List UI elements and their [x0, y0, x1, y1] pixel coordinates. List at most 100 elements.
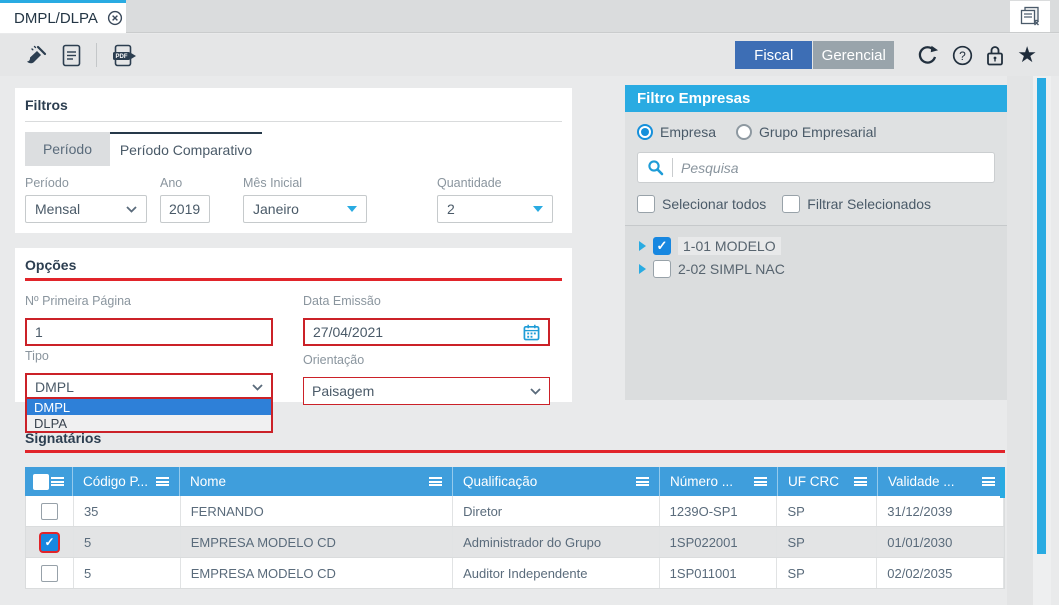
- chevron-down-icon: [252, 383, 263, 391]
- page-scrollbar[interactable]: [1033, 76, 1051, 605]
- tab-title: DMPL/DLPA: [14, 9, 98, 27]
- filtro-empresas-body: Empresa Grupo Empresarial Selecionar tod…: [625, 112, 1007, 225]
- cell-numero: 1SP022001: [660, 527, 778, 557]
- row-checkbox[interactable]: [40, 502, 58, 520]
- header-uf-crc[interactable]: UF CRC: [778, 467, 878, 496]
- column-menu-icon[interactable]: [982, 477, 995, 486]
- table-row[interactable]: 35 FERNANDO Diretor 1239O-SP1 SP 31/12/2…: [25, 496, 1005, 527]
- tipo-option-dlpa[interactable]: DLPA: [27, 415, 271, 431]
- toolbar-divider: [96, 43, 97, 67]
- tab-periodo-comparativo[interactable]: Período Comparativo: [110, 132, 262, 166]
- tipo-field: Tipo DMPL: [25, 349, 273, 401]
- empresa-tree-label[interactable]: 1-01 MODELO: [678, 236, 781, 255]
- filtro-empresas-panel: Filtro Empresas Empresa Grupo Empresaria…: [625, 85, 1007, 400]
- help-icon[interactable]: ?: [952, 45, 973, 66]
- opcoes-title: Opções: [25, 257, 77, 273]
- tab-close-icon[interactable]: [107, 10, 123, 26]
- header-validade[interactable]: Validade ...: [878, 467, 1005, 496]
- filtros-title: Filtros: [25, 97, 68, 113]
- ano-label: Ano: [160, 176, 183, 190]
- table-row-selected[interactable]: 5 EMPRESA MODELO CD Administrador do Gru…: [25, 527, 1005, 558]
- cell-nome: FERNANDO: [181, 496, 454, 526]
- lock-icon[interactable]: [986, 44, 1004, 66]
- tipo-option-dmpl[interactable]: DMPL: [27, 399, 271, 415]
- export-pdf-icon[interactable]: PDF: [112, 44, 138, 67]
- column-menu-icon[interactable]: [854, 477, 867, 486]
- empresa-checkbox-unchecked[interactable]: [653, 259, 671, 278]
- radio-empresa[interactable]: Empresa: [637, 124, 716, 140]
- chevron-down-icon: [530, 387, 541, 395]
- column-menu-icon[interactable]: [636, 477, 649, 486]
- header-codigo[interactable]: Código P...: [73, 467, 180, 496]
- calendar-icon[interactable]: [523, 324, 540, 341]
- filtros-underline: [25, 121, 562, 122]
- data-emissao-field: Data Emissão 27/04/2021: [303, 294, 550, 346]
- data-emissao-value: 27/04/2021: [313, 324, 384, 340]
- selecionar-todos-box[interactable]: [637, 195, 655, 213]
- row-checkbox[interactable]: [40, 564, 58, 582]
- header-numero-label: Número ...: [670, 474, 734, 489]
- row-checkbox-checked[interactable]: [40, 533, 58, 551]
- dropdown-arrow-icon: [533, 206, 543, 212]
- table-row[interactable]: 5 EMPRESA MODELO CD Auditor Independente…: [25, 558, 1005, 589]
- cell-numero: 1SP011001: [660, 558, 778, 588]
- mes-inicial-value: Janeiro: [253, 201, 299, 217]
- row-checkbox-cell: [26, 527, 74, 557]
- table-scrollbar-thumb[interactable]: [1000, 468, 1005, 498]
- favorite-star-icon[interactable]: ★: [1017, 44, 1037, 66]
- data-emissao-label: Data Emissão: [303, 294, 381, 308]
- column-menu-icon[interactable]: [754, 477, 767, 486]
- data-emissao-datepicker[interactable]: 27/04/2021: [303, 318, 550, 346]
- periodo-select[interactable]: Mensal: [25, 195, 147, 223]
- header-nome[interactable]: Nome: [180, 467, 453, 496]
- opcoes-underline: [25, 278, 562, 281]
- selecionar-todos-checkbox[interactable]: Selecionar todos: [637, 195, 766, 213]
- empresa-tree-item[interactable]: 1-01 MODELO: [639, 234, 1007, 257]
- empresa-search-input[interactable]: [681, 159, 985, 176]
- empresa-search-box[interactable]: [637, 152, 995, 183]
- clean-icon[interactable]: [24, 45, 47, 66]
- fiscal-button[interactable]: Fiscal: [735, 41, 813, 69]
- empresa-tree-item[interactable]: 2-02 SIMPL NAC: [639, 257, 1007, 280]
- empresa-checkbox-checked[interactable]: [653, 236, 671, 255]
- empresa-tree-label[interactable]: 2-02 SIMPL NAC: [678, 261, 785, 277]
- column-menu-icon[interactable]: [429, 477, 442, 486]
- report-icon[interactable]: [62, 44, 81, 67]
- ano-input[interactable]: [160, 195, 210, 223]
- mode-toggle: Fiscal Gerencial: [735, 41, 895, 69]
- mes-inicial-dropdown[interactable]: Janeiro: [243, 195, 367, 223]
- orientacao-label: Orientação: [303, 353, 365, 367]
- filtros-tabs: Período Período Comparativo: [25, 132, 262, 166]
- expand-arrow-icon[interactable]: [639, 263, 646, 274]
- empresa-tree: 1-01 MODELO 2-02 SIMPL NAC: [625, 226, 1007, 400]
- header-select-all-cell[interactable]: [25, 467, 73, 496]
- gerencial-button[interactable]: Gerencial: [813, 41, 895, 69]
- tab-periodo[interactable]: Período: [25, 132, 110, 166]
- column-menu-icon[interactable]: [51, 477, 64, 486]
- tab-dmpl-dlpa[interactable]: DMPL/DLPA: [0, 0, 126, 33]
- close-all-documents-button[interactable]: [1010, 1, 1050, 32]
- cell-qualificacao: Auditor Independente: [453, 558, 660, 588]
- filtrar-selecionados-box[interactable]: [782, 195, 801, 213]
- radio-grupo-dot[interactable]: [736, 124, 753, 140]
- close-all-documents-icon: [1019, 6, 1041, 27]
- row-checkbox-cell: [26, 496, 74, 526]
- svg-text:?: ?: [959, 49, 966, 63]
- radio-grupo-empresarial[interactable]: Grupo Empresarial: [736, 124, 877, 140]
- quantidade-dropdown[interactable]: 2: [437, 195, 553, 223]
- expand-arrow-icon[interactable]: [639, 240, 646, 251]
- filtrar-selecionados-checkbox[interactable]: Filtrar Selecionados: [782, 195, 931, 213]
- primeira-pagina-input[interactable]: [25, 318, 273, 346]
- selecionar-todos-label: Selecionar todos: [662, 196, 767, 212]
- select-all-checkbox[interactable]: [33, 473, 49, 490]
- page-scrollbar-thumb[interactable]: [1037, 78, 1046, 554]
- refresh-icon[interactable]: [916, 44, 939, 67]
- cell-numero: 1239O-SP1: [660, 496, 778, 526]
- header-nome-label: Nome: [190, 474, 227, 489]
- orientacao-select[interactable]: Paisagem: [303, 377, 550, 405]
- header-numero[interactable]: Número ...: [660, 467, 778, 496]
- header-qualificacao[interactable]: Qualificação: [453, 467, 660, 496]
- empresa-radio-group: Empresa Grupo Empresarial: [637, 124, 995, 140]
- column-menu-icon[interactable]: [156, 477, 169, 486]
- radio-empresa-dot[interactable]: [637, 124, 653, 140]
